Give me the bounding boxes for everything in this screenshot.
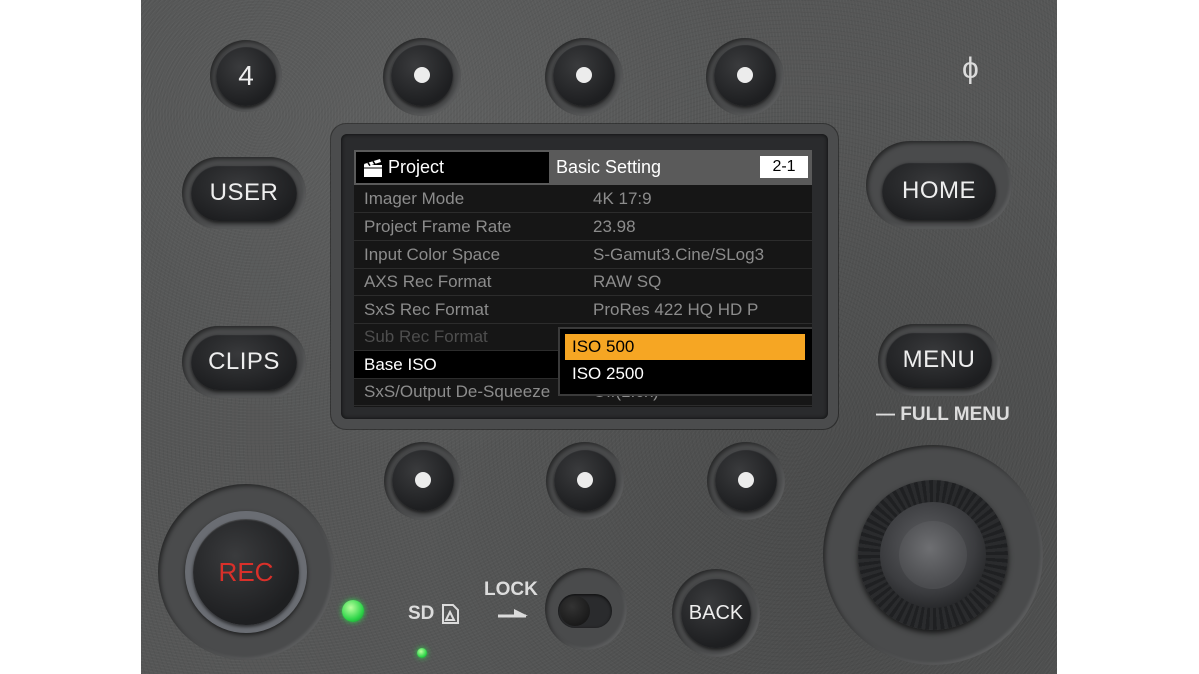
dial-center-button[interactable]	[899, 521, 967, 589]
sd-access-led	[417, 648, 427, 658]
menu-row-label: Sub Rec Format	[364, 327, 488, 346]
dropdown-option-iso-2500[interactable]: ISO 2500	[565, 361, 805, 387]
dot-icon	[576, 67, 592, 83]
menu-row-project-frame-rate[interactable]: Project Frame Rate 23.98	[354, 213, 812, 241]
lock-label: LOCK	[484, 579, 538, 600]
rec-button[interactable]: REC	[193, 519, 299, 625]
dropdown-option-label: ISO 500	[572, 337, 635, 356]
dot-icon	[738, 472, 754, 488]
top-soft-button-3[interactable]	[714, 44, 776, 106]
menu-row-sxs-rec-format[interactable]: SxS Rec Format ProRes 422 HQ HD P	[354, 296, 812, 324]
dropdown-option-iso-500[interactable]: ISO 500	[565, 334, 805, 360]
bottom-soft-button-2[interactable]	[554, 449, 616, 511]
menu-button-label: MENU	[902, 346, 976, 373]
lock-switch[interactable]	[558, 594, 612, 628]
menu-row-input-color-space[interactable]: Input Color Space S-Gamut3.Cine/SLog3	[354, 241, 812, 269]
dot-icon	[577, 472, 593, 488]
menu-header: Project Basic Setting 2-1	[354, 150, 812, 185]
dot-icon	[415, 472, 431, 488]
sd-indicator: SD	[408, 603, 460, 625]
lock-switch-knob[interactable]	[560, 596, 590, 626]
menu-page-title: Basic Setting	[556, 157, 662, 177]
tally-led	[342, 600, 364, 622]
menu-row-label: Input Color Space	[364, 245, 501, 264]
clapperboard-icon	[364, 158, 382, 177]
menu-button[interactable]: MENU	[886, 332, 992, 388]
back-button[interactable]: BACK	[681, 578, 751, 648]
sd-label: SD	[408, 603, 435, 624]
back-button-label: BACK	[688, 601, 744, 624]
clips-button[interactable]: CLIPS	[191, 334, 297, 390]
base-iso-dropdown: ISO 500 ISO 2500	[558, 327, 812, 396]
menu-row-value: 4K 17:9	[593, 189, 652, 208]
menu-row-value: S-Gamut3.Cine/SLog3	[593, 245, 765, 264]
assign-4-label: 4	[238, 60, 254, 91]
home-button-label: HOME	[902, 177, 976, 204]
top-soft-button-2[interactable]	[553, 44, 615, 106]
rec-button-label: REC	[218, 556, 274, 587]
menu-row-label: AXS Rec Format	[364, 272, 492, 291]
menu-row-imager-mode[interactable]: Imager Mode 4K 17:9	[354, 185, 812, 213]
top-soft-button-1[interactable]	[391, 44, 453, 106]
user-button[interactable]: USER	[191, 165, 297, 221]
menu-row-label: Project Frame Rate	[364, 217, 512, 236]
sensor-plane-mark-icon: ϕ	[962, 52, 979, 85]
sd-card-icon	[442, 604, 460, 624]
dot-icon	[414, 67, 430, 83]
lcd-screen: Project Basic Setting 2-1 Imager Mode 4K…	[354, 150, 812, 407]
menu-row-label: SxS/Output De-Squeeze	[364, 382, 551, 401]
menu-row-label: Base ISO	[364, 355, 437, 374]
lock-arrow-icon	[498, 609, 528, 618]
dropdown-option-label: ISO 2500	[572, 364, 644, 383]
dot-icon	[737, 67, 753, 83]
full-menu-label: — FULL MENU	[876, 404, 1010, 425]
home-button[interactable]: HOME	[882, 162, 996, 220]
menu-row-label: SxS Rec Format	[364, 300, 489, 319]
assign-4-button[interactable]: 4	[216, 46, 276, 106]
menu-row-label: Imager Mode	[364, 189, 465, 208]
menu-row-axs-rec-format[interactable]: AXS Rec Format RAW SQ	[354, 268, 812, 296]
bottom-soft-button-3[interactable]	[715, 449, 777, 511]
clips-button-label: CLIPS	[208, 348, 280, 375]
menu-row-value: 23.98	[593, 217, 636, 236]
user-button-label: USER	[209, 179, 279, 206]
menu-section-label: Project	[388, 157, 445, 177]
menu-row-value: ProRes 422 HQ HD P	[593, 300, 759, 319]
menu-page-number: 2-1	[760, 156, 808, 178]
bottom-soft-button-1[interactable]	[392, 449, 454, 511]
menu-section-tab[interactable]: Project	[356, 152, 549, 183]
full-menu-text: FULL MENU	[900, 404, 1010, 425]
menu-row-value: RAW SQ	[593, 272, 662, 291]
